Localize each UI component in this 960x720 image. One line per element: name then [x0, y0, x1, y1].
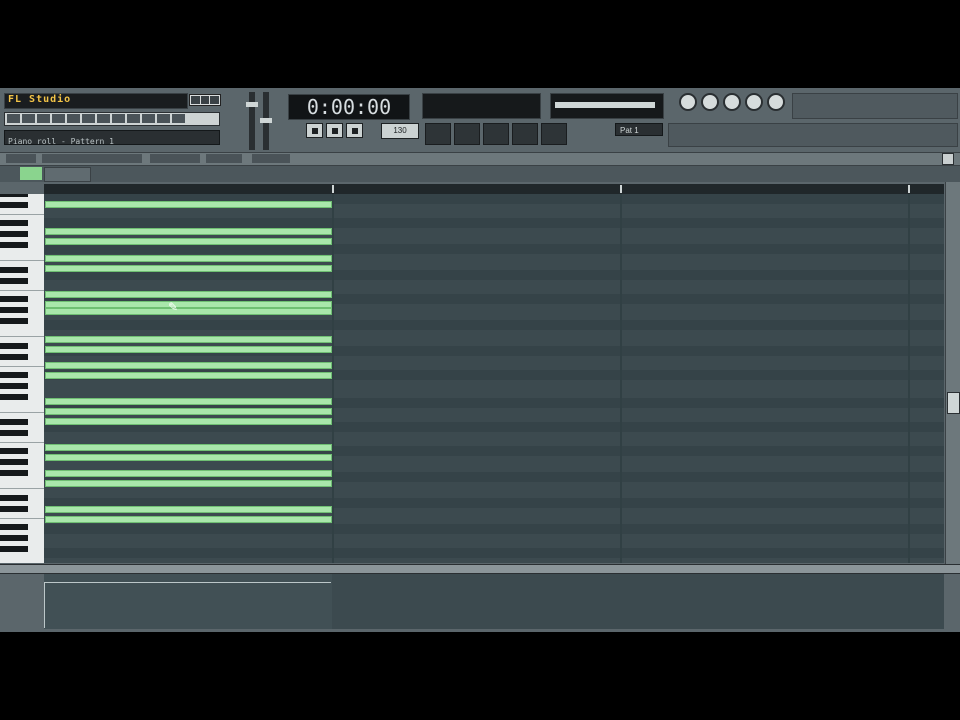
tools-row: [425, 123, 567, 145]
black-key[interactable]: [0, 430, 28, 436]
black-key[interactable]: [0, 470, 28, 476]
record-icon: [351, 127, 358, 134]
black-key[interactable]: [0, 220, 28, 226]
stop-button[interactable]: [326, 123, 343, 138]
secondary-panel: [668, 123, 958, 147]
note-block[interactable]: [45, 454, 332, 461]
black-key[interactable]: [0, 242, 28, 248]
note-block[interactable]: [45, 516, 332, 523]
piano-roll-toolbar[interactable]: [0, 152, 960, 166]
black-key[interactable]: [0, 194, 28, 197]
note-block[interactable]: [45, 301, 332, 308]
record-button[interactable]: [346, 123, 363, 138]
main-menu-box[interactable]: FL Studio: [4, 93, 188, 109]
black-key[interactable]: [0, 372, 28, 378]
note-block[interactable]: [45, 291, 332, 298]
black-key[interactable]: [0, 448, 28, 454]
mixer-icon[interactable]: [767, 93, 785, 111]
stop-icon: [331, 127, 338, 134]
black-key[interactable]: [0, 307, 28, 313]
note-block[interactable]: [45, 408, 332, 415]
black-key[interactable]: [0, 318, 28, 324]
black-key[interactable]: [0, 202, 28, 208]
pattern-selector[interactable]: Pat 1: [615, 123, 663, 136]
note-block[interactable]: [45, 201, 332, 208]
black-key[interactable]: [0, 459, 28, 465]
black-key[interactable]: [0, 394, 28, 400]
transport-controls: [306, 123, 363, 138]
black-key[interactable]: [0, 546, 28, 552]
black-key[interactable]: [0, 343, 28, 349]
close-icon[interactable]: [942, 153, 954, 165]
note-block[interactable]: [45, 372, 332, 379]
note-grid[interactable]: [44, 194, 944, 563]
velocity-lane: [44, 582, 331, 628]
event-editor[interactable]: [44, 574, 944, 629]
toolbar-strip[interactable]: [4, 112, 220, 126]
pencil-icon[interactable]: [425, 123, 451, 145]
note-block[interactable]: [45, 362, 332, 369]
note-block[interactable]: [45, 444, 332, 451]
tempo-display[interactable]: 130: [381, 123, 419, 139]
cpu-meter-panel: [550, 93, 664, 119]
note-block[interactable]: [45, 238, 332, 245]
hint-text: Piano roll - Pattern 1: [8, 137, 114, 146]
zoom-handle[interactable]: [20, 167, 42, 180]
oscilloscope-panel: [422, 93, 541, 119]
fl-studio-window: FL Studio Piano roll - Pattern 1 0:00:00…: [0, 88, 960, 632]
note-block[interactable]: [45, 480, 332, 487]
event-editor-side: [0, 574, 44, 629]
note-block[interactable]: [45, 336, 332, 343]
black-key[interactable]: [0, 383, 28, 389]
note-block[interactable]: [45, 308, 332, 315]
note-block[interactable]: [45, 255, 332, 262]
browser-icon[interactable]: [745, 93, 763, 111]
vertical-scrollbar[interactable]: [945, 182, 960, 572]
black-key[interactable]: [0, 278, 28, 284]
step-sequencer-icon[interactable]: [701, 93, 719, 111]
zoom-row: [0, 166, 960, 182]
pencil-cursor-icon: ✎: [168, 300, 179, 314]
window-buttons: [679, 93, 785, 111]
black-key[interactable]: [0, 535, 28, 541]
black-key[interactable]: [0, 354, 28, 360]
note-block[interactable]: [45, 265, 332, 272]
piano-keyboard[interactable]: [0, 194, 44, 563]
note-block[interactable]: [45, 506, 332, 513]
note-block[interactable]: [45, 228, 332, 235]
black-key[interactable]: [0, 231, 28, 237]
black-key[interactable]: [0, 524, 28, 530]
event-editor-splitter[interactable]: [0, 564, 960, 574]
piano-roll-icon[interactable]: [723, 93, 741, 111]
info-panel: [792, 93, 958, 119]
view-buttons[interactable]: [189, 94, 221, 106]
note-block[interactable]: [45, 398, 332, 405]
master-pitch-slider[interactable]: [260, 92, 272, 150]
black-key[interactable]: [0, 419, 28, 425]
play-icon: [311, 127, 318, 134]
master-volume-slider[interactable]: [246, 92, 258, 150]
hint-bar: Piano roll - Pattern 1: [4, 130, 220, 146]
note-block[interactable]: [45, 346, 332, 353]
select-icon[interactable]: [483, 123, 509, 145]
snap-selector[interactable]: [44, 167, 91, 182]
scrollbar-thumb[interactable]: [947, 392, 960, 414]
note-block[interactable]: [45, 418, 332, 425]
scissors-icon[interactable]: [512, 123, 538, 145]
black-key[interactable]: [0, 495, 28, 501]
brush-icon[interactable]: [454, 123, 480, 145]
menu-label: FL Studio: [8, 94, 72, 105]
time-display: 0:00:00: [288, 94, 410, 120]
play-button[interactable]: [306, 123, 323, 138]
magnet-icon[interactable]: [541, 123, 567, 145]
playlist-icon[interactable]: [679, 93, 697, 111]
timeline-ruler[interactable]: [44, 184, 944, 194]
black-key[interactable]: [0, 296, 28, 302]
black-key[interactable]: [0, 267, 28, 273]
note-block[interactable]: [45, 470, 332, 477]
black-key[interactable]: [0, 506, 28, 512]
